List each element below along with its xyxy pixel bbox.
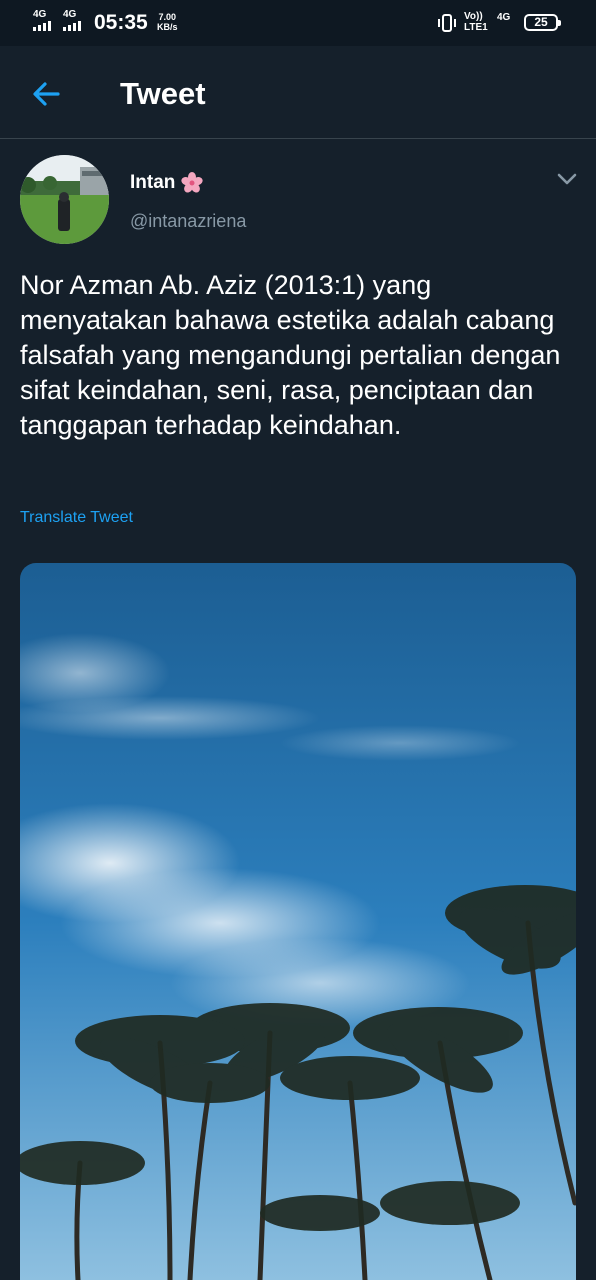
status-bar: 4G 4G 05:35 7.00 KB/s Vo)) LTE1 4G 25 [0,0,596,46]
data-speed-value: 7.00 [158,12,177,22]
arrow-left-icon[interactable] [28,76,64,112]
data-speed: 7.00 KB/s [157,12,178,32]
battery-level: 25 [534,15,548,29]
author-display-name[interactable]: Intan [130,172,204,194]
page-title: Tweet [120,76,206,111]
tweet-text: Nor Azman Ab. Aziz (2013:1) yang menyata… [20,270,561,440]
volte-top-label: Vo)) [464,11,483,22]
network-type-label: 4G [497,12,511,23]
vibrate-icon [438,14,456,32]
sim1-signal: 4G [33,10,51,31]
sim1-signal-icon [33,21,51,31]
sim1-network-label: 4G [33,9,47,20]
status-time: 05:35 [94,11,148,34]
chevron-down-icon[interactable] [556,170,578,188]
tweet-header: Tweet [0,46,596,139]
translate-tweet-link[interactable]: Translate Tweet [20,509,133,527]
battery-icon: 25 [524,14,561,31]
avatar[interactable] [20,155,109,244]
sim2-signal: 4G [63,10,81,31]
data-speed-unit: KB/s [157,22,178,32]
sim2-signal-icon [63,21,81,31]
volte-indicator: Vo)) LTE1 [464,11,488,33]
author-name-text: Intan [130,172,176,193]
volte-bottom-label: LTE1 [464,22,488,33]
cherry-blossom-icon [181,172,204,193]
author-handle[interactable]: @intanazriena [130,211,246,232]
sim2-network-label: 4G [63,9,77,20]
tweet-media-image[interactable] [20,563,576,1280]
